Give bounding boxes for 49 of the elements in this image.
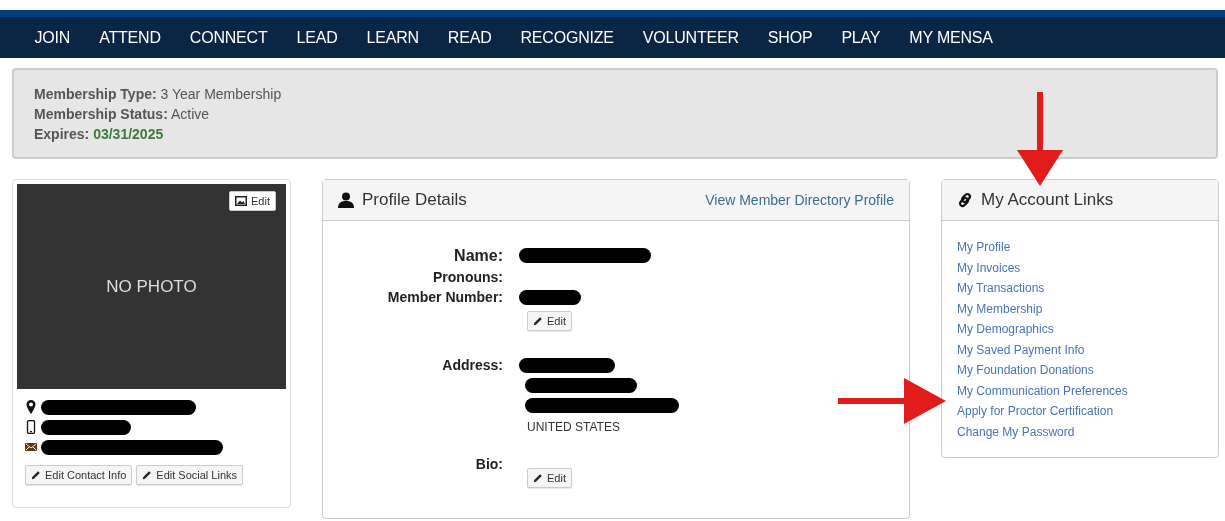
pencil-icon <box>533 473 543 483</box>
field-label: Pronouns: <box>432 268 503 287</box>
person-icon <box>338 192 354 208</box>
nav-link[interactable]: CONNECT <box>175 17 282 58</box>
field-label: Member Number: <box>386 288 503 307</box>
edit-photo-button[interactable]: Edit <box>229 191 276 211</box>
location-pin-icon <box>25 400 37 414</box>
account-link[interactable]: My Profile <box>957 237 1011 258</box>
nav-link[interactable]: RECOGNIZE <box>506 17 629 58</box>
field-label: Bio: <box>474 455 503 474</box>
account-link[interactable]: Apply for Proctor Certification <box>957 401 1114 422</box>
nav-link[interactable]: MY MENSA <box>894 17 1008 58</box>
account-link[interactable]: Change My Password <box>957 421 1075 442</box>
account-link[interactable]: My Demographics <box>957 319 1054 340</box>
account-link[interactable]: My Membership <box>957 298 1043 319</box>
address-text: UNITED STATES <box>527 419 620 436</box>
membership-info-text: Expires: 03/31/2025 <box>34 125 165 144</box>
no-photo-text: NO PHOTO <box>106 275 197 298</box>
nav-link[interactable]: VOLUNTEER <box>628 17 754 58</box>
account-link[interactable]: My Transactions <box>957 278 1045 299</box>
nav-link[interactable]: SHOP <box>753 17 827 58</box>
link-icon <box>957 192 973 208</box>
nav-link[interactable]: ATTEND <box>84 17 176 58</box>
account-link[interactable]: My Communication Preferences <box>957 380 1128 401</box>
membership-info-text: Membership Status: Active <box>34 105 211 124</box>
account-link[interactable]: My Saved Payment Info <box>957 339 1085 360</box>
pencil-icon <box>533 316 543 326</box>
directory-profile-link[interactable]: View Member Directory Profile <box>705 189 894 211</box>
account-link[interactable]: My Invoices <box>957 257 1021 278</box>
mobile-phone-icon <box>25 420 37 434</box>
nav-link[interactable]: READ <box>433 17 506 58</box>
edit-button[interactable]: Edit <box>527 311 572 331</box>
field-label: Name: <box>453 246 503 266</box>
nav-link[interactable]: LEARN <box>352 17 434 58</box>
account-link[interactable]: My Foundation Donations <box>957 360 1094 381</box>
field-label: Address: <box>441 356 503 375</box>
edit-button[interactable]: Edit Contact Info <box>25 465 133 485</box>
pencil-icon <box>31 470 41 480</box>
edit-button[interactable]: Edit <box>527 468 572 488</box>
envelope-icon <box>25 443 37 451</box>
image-icon <box>235 196 248 206</box>
nav-link[interactable]: JOIN <box>20 17 85 58</box>
card-title: My Account Links <box>981 189 1114 212</box>
card-title: Profile Details <box>362 189 467 212</box>
nav-link[interactable]: LEAD <box>282 17 352 58</box>
pencil-icon <box>142 470 153 480</box>
nav-link[interactable]: PLAY <box>826 17 895 58</box>
edit-button[interactable]: Edit Social Links <box>136 465 244 485</box>
membership-info-text: Membership Type: 3 Year Membership <box>34 85 283 104</box>
